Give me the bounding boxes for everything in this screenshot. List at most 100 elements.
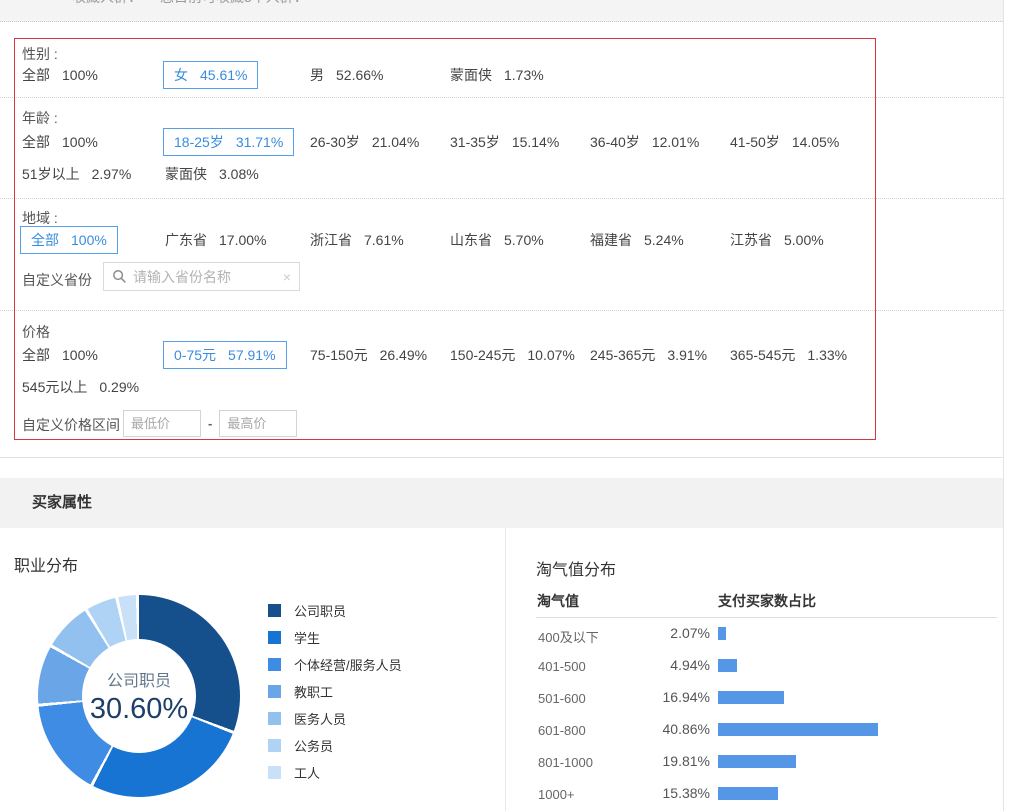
taoqi-range-label: 501-600 (538, 691, 586, 706)
taoqi-range-label: 1000+ (538, 787, 575, 802)
option-label: 365-545元 (730, 347, 795, 363)
option-label: 545元以上 (22, 379, 87, 395)
filter-option-age-0[interactable]: 全部100% (22, 128, 98, 156)
filter-option-age-6[interactable]: 51岁以上2.97% (22, 160, 131, 188)
option-label: 18-25岁 (174, 134, 224, 150)
custom-price-label: 自定义价格区间 (22, 415, 120, 435)
filter-option-price-1[interactable]: 0-75元57.91% (163, 341, 287, 369)
taoqi-range-label: 401-500 (538, 659, 586, 674)
occupation-chart-title: 职业分布 (14, 552, 78, 576)
option-value: 17.00% (219, 232, 266, 248)
filter-option-price-2[interactable]: 75-150元 26.49% (310, 341, 427, 369)
filter-option-age-4[interactable]: 36-40岁12.01% (590, 128, 699, 156)
option-label: 女 (174, 67, 188, 83)
age-filter-label: 年龄 : (22, 108, 58, 128)
filter-option-region-3[interactable]: 山东省5.70% (450, 226, 544, 254)
donut-center-label: 公司职员 (107, 667, 171, 691)
legend-label: 公司职员 (294, 601, 346, 620)
taoqi-range-label: 601-800 (538, 723, 586, 738)
taoqi-percent-value: 19.81% (634, 753, 710, 769)
filter-option-age-5[interactable]: 41-50岁14.05% (730, 128, 839, 156)
option-label: 75-150元 (310, 347, 368, 363)
paid-buyer-ratio-col-header: 支付买家数占比 (718, 591, 816, 611)
filter-option-price-0[interactable]: 全部100% (22, 341, 98, 369)
max-price-input[interactable] (219, 410, 297, 437)
option-label: 山东省 (450, 232, 492, 248)
legend-item: 个体经营/服务人员 (268, 651, 402, 678)
legend-label: 公务员 (294, 736, 333, 755)
filter-card-bottom-border (0, 457, 1003, 458)
legend-swatch-icon (268, 766, 281, 779)
collection-notice-prefix: 收藏人群： (72, 0, 142, 7)
legend-item: 医务人员 (268, 705, 402, 732)
province-search-box[interactable]: × (103, 262, 300, 291)
taoqi-range-label: 801-1000 (538, 755, 593, 770)
taoqi-bar (718, 659, 737, 672)
clear-search-icon[interactable]: × (283, 269, 291, 285)
price-range-separator: - (208, 416, 212, 431)
legend-item: 公司职员 (268, 597, 402, 624)
option-value: 14.05% (792, 134, 839, 150)
min-price-input[interactable] (123, 410, 201, 437)
separator-region-price (0, 310, 1003, 311)
option-label: 全部 (22, 67, 50, 83)
filter-option-price-3[interactable]: 150-245元10.07% (450, 341, 575, 369)
filter-option-region-2[interactable]: 浙江省7.61% (310, 226, 404, 254)
filter-option-region-1[interactable]: 广东省17.00% (165, 226, 266, 254)
province-search-input[interactable] (133, 269, 277, 285)
option-value: 7.61% (364, 232, 404, 248)
option-value: 100% (62, 67, 98, 83)
filter-option-price-4[interactable]: 245-365元3.91% (590, 341, 707, 369)
option-value: 3.91% (667, 347, 707, 363)
legend-label: 教职工 (294, 682, 333, 701)
filter-option-region-0[interactable]: 全部100% (20, 226, 118, 254)
filter-option-region-5[interactable]: 江苏省5.00% (730, 226, 824, 254)
option-label: 福建省 (590, 232, 632, 248)
option-label: 150-245元 (450, 347, 515, 363)
collection-notice-text: 您目前可收藏3个人群： (160, 0, 308, 7)
donut-center: 公司职员 30.60% (82, 639, 196, 753)
filter-option-region-4[interactable]: 福建省5.24% (590, 226, 684, 254)
taoqi-row: 1000+ 15.38% (538, 777, 1000, 809)
filter-option-age-3[interactable]: 31-35岁15.14% (450, 128, 559, 156)
taoqi-bar (718, 691, 784, 704)
legend-swatch-icon (268, 604, 281, 617)
filter-option-gender-1[interactable]: 女 45.61% (163, 61, 258, 89)
taoqi-chart-title: 淘气值分布 (536, 556, 616, 580)
legend-label: 工人 (294, 763, 320, 782)
legend-swatch-icon (268, 712, 281, 725)
legend-label: 学生 (294, 628, 320, 647)
price-filter-label: 价格 (22, 322, 50, 342)
taoqi-row: 801-1000 19.81% (538, 745, 1000, 777)
filter-option-age-2[interactable]: 26-30岁21.04% (310, 128, 419, 156)
filter-option-gender-3[interactable]: 蒙面侠1.73% (450, 61, 544, 89)
occupation-legend: 公司职员学生个体经营/服务人员教职工医务人员公务员工人 (268, 597, 402, 786)
taoqi-row: 501-60016.94% (538, 681, 1000, 713)
taoqi-percent-value: 15.38% (634, 785, 710, 801)
legend-swatch-icon (268, 685, 281, 698)
filter-option-gender-0[interactable]: 全部 100% (22, 61, 98, 89)
filter-option-price-6[interactable]: 545元以上 0.29% (22, 373, 139, 401)
taoqi-rows: 400及以下2.07%401-5004.94%501-60016.94%601-… (538, 617, 1000, 809)
content-right-border (1003, 0, 1004, 811)
option-value: 1.33% (807, 347, 847, 363)
taoqi-bar (718, 755, 796, 768)
separator-gender-age (0, 97, 1003, 98)
option-value: 26.49% (380, 347, 427, 363)
custom-province-label: 自定义省份 (22, 270, 92, 290)
legend-item: 工人 (268, 759, 402, 786)
filter-option-price-5[interactable]: 365-545元 1.33% (730, 341, 847, 369)
option-value: 45.61% (200, 67, 247, 83)
filter-option-gender-2[interactable]: 男52.66% (310, 61, 383, 89)
option-label: 全部 (31, 232, 59, 248)
filter-option-age-7[interactable]: 蒙面侠3.08% (165, 160, 259, 188)
option-label: 蒙面侠 (165, 166, 207, 182)
region-filter-label: 地域 : (22, 208, 58, 228)
taoqi-percent-value: 40.86% (634, 721, 710, 737)
option-value: 21.04% (372, 134, 419, 150)
legend-label: 个体经营/服务人员 (294, 655, 402, 674)
legend-swatch-icon (268, 631, 281, 644)
filter-option-age-1[interactable]: 18-25岁31.71% (163, 128, 294, 156)
option-label: 江苏省 (730, 232, 772, 248)
option-value: 0.29% (99, 379, 139, 395)
